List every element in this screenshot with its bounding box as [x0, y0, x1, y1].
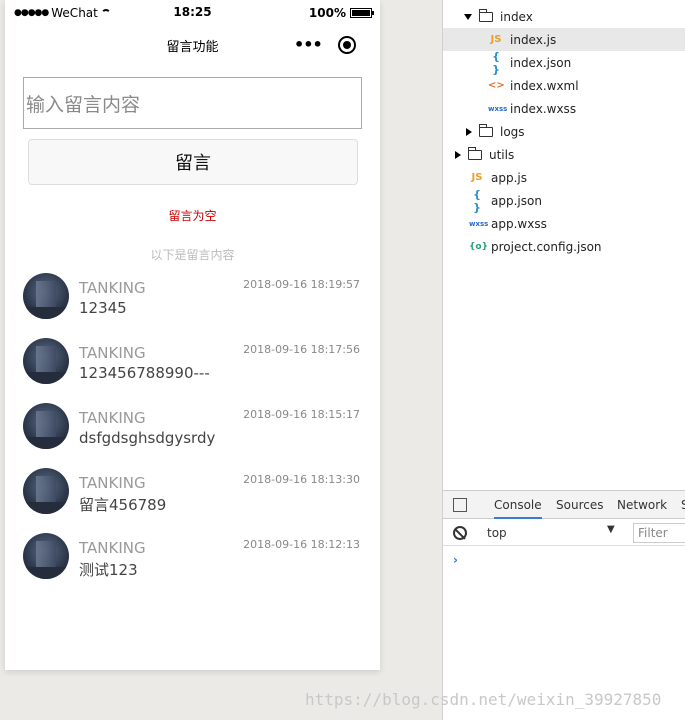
message-time: 2018-09-16 18:15:17 — [243, 408, 360, 421]
avatar — [23, 338, 69, 384]
tree-file-app-js[interactable]: JS app.js — [443, 166, 685, 189]
console-panel: Console Sources Network S top ▼ Filter › — [443, 490, 685, 720]
avatar — [23, 403, 69, 449]
tree-label: index — [500, 9, 533, 24]
chevron-down-icon — [464, 13, 472, 20]
phone-simulator: ●●●●● WeChat 18:25 100% 留言功能 ••• 输入留言内容 … — [5, 0, 380, 670]
status-bar: ●●●●● WeChat 18:25 100% — [5, 0, 380, 26]
tree-file-app-json[interactable]: { } app.json — [443, 187, 685, 214]
list-item: TANKING 2018-09-16 18:17:56 123456788990… — [5, 338, 380, 398]
list-item: TANKING 2018-09-16 18:19:57 12345 — [5, 273, 380, 333]
message-content: 留言456789 — [79, 496, 167, 514]
message-content: dsfgdsghsdgysrdy — [79, 429, 216, 447]
watermark: https://blog.csdn.net/weixin_39927850 — [305, 690, 662, 709]
message-content: 12345 — [79, 299, 127, 317]
tab-more[interactable]: S — [681, 498, 685, 512]
tree-file-app-wxss[interactable]: wxss app.wxss — [443, 212, 685, 235]
message-content: 测试123 — [79, 561, 138, 579]
config-file-icon: {o} — [469, 241, 488, 252]
tree-label: logs — [500, 124, 525, 139]
tree-file-index-json[interactable]: { } index.json — [443, 49, 685, 76]
tree-folder-utils[interactable]: utils — [443, 143, 685, 166]
console-prompt[interactable]: › — [453, 553, 458, 567]
more-menu-icon[interactable]: ••• — [294, 35, 323, 54]
filter-input[interactable]: Filter — [633, 523, 685, 543]
tree-label: index.json — [510, 55, 572, 70]
message-time: 2018-09-16 18:13:30 — [243, 473, 360, 486]
avatar — [23, 468, 69, 514]
close-capsule-icon[interactable] — [338, 36, 356, 54]
list-item: TANKING 2018-09-16 18:12:13 测试123 — [5, 533, 380, 593]
user-name: TANKING — [79, 344, 146, 362]
user-name: TANKING — [79, 539, 146, 557]
page-title: 留言功能 — [166, 40, 219, 55]
folder-open-icon — [479, 8, 493, 22]
tree-label: index.js — [510, 32, 557, 47]
chevron-right-icon — [455, 150, 461, 159]
dropdown-arrow-icon[interactable]: ▼ — [607, 524, 615, 535]
avatar — [23, 533, 69, 579]
js-file-icon: JS — [471, 172, 483, 183]
avatar — [23, 273, 69, 319]
tree-label: app.js — [491, 170, 527, 185]
json-file-icon: { } — [492, 49, 500, 76]
tree-label: index.wxml — [510, 78, 579, 93]
user-name: TANKING — [79, 409, 146, 427]
folder-icon — [479, 123, 493, 137]
clear-console-icon[interactable] — [453, 526, 467, 540]
message-time: 2018-09-16 18:17:56 — [243, 343, 360, 356]
tree-file-index-js[interactable]: JS index.js — [443, 28, 685, 51]
tree-label: app.json — [491, 193, 542, 208]
folder-icon — [468, 146, 482, 160]
wxss-file-icon: wxss — [469, 219, 489, 228]
submit-message-button[interactable]: 留言 — [28, 139, 358, 185]
battery-percent: 100% — [308, 6, 346, 20]
tree-label: app.wxss — [491, 216, 547, 231]
wxss-file-icon: wxss — [488, 104, 508, 113]
message-time: 2018-09-16 18:19:57 — [243, 278, 360, 291]
tree-label: index.wxss — [510, 101, 577, 116]
message-time: 2018-09-16 18:12:13 — [243, 538, 360, 551]
nav-bar: 留言功能 ••• — [5, 30, 380, 58]
user-name: TANKING — [79, 474, 146, 492]
tree-label: utils — [489, 147, 515, 162]
tree-folder-index[interactable]: index — [443, 5, 685, 28]
devtools-tabs: Console Sources Network S — [443, 491, 685, 519]
console-toolbar: top ▼ Filter — [443, 520, 685, 546]
tree-file-index-wxml[interactable]: <> index.wxml — [443, 74, 685, 97]
list-item: TANKING 2018-09-16 18:13:30 留言456789 — [5, 468, 380, 528]
battery-indicator: 100% — [308, 6, 374, 20]
message-content: 123456788990--- — [79, 364, 210, 382]
tab-sources[interactable]: Sources — [556, 498, 603, 512]
user-name: TANKING — [79, 279, 146, 297]
tree-file-project-config[interactable]: {o} project.config.json — [443, 235, 685, 258]
wxml-file-icon: <> — [488, 80, 505, 91]
battery-icon — [350, 8, 374, 18]
js-file-icon: JS — [490, 34, 502, 45]
empty-warning: 留言为空 — [168, 209, 217, 223]
tree-file-index-wxss[interactable]: wxss index.wxss — [443, 97, 685, 120]
devtools-panel: index JS index.js { } index.json <> inde… — [442, 0, 685, 720]
chevron-right-icon — [466, 127, 472, 136]
message-input[interactable]: 输入留言内容 — [23, 77, 362, 129]
inspect-element-icon[interactable] — [453, 498, 467, 512]
tab-console[interactable]: Console — [494, 498, 542, 519]
tab-network[interactable]: Network — [617, 498, 667, 512]
tree-folder-logs[interactable]: logs — [443, 120, 685, 143]
json-file-icon: { } — [473, 187, 481, 214]
context-select[interactable]: top — [487, 526, 507, 540]
list-divider: 以下是留言内容 — [150, 248, 235, 262]
tree-label: project.config.json — [491, 239, 602, 254]
list-item: TANKING 2018-09-16 18:15:17 dsfgdsghsdgy… — [5, 403, 380, 463]
